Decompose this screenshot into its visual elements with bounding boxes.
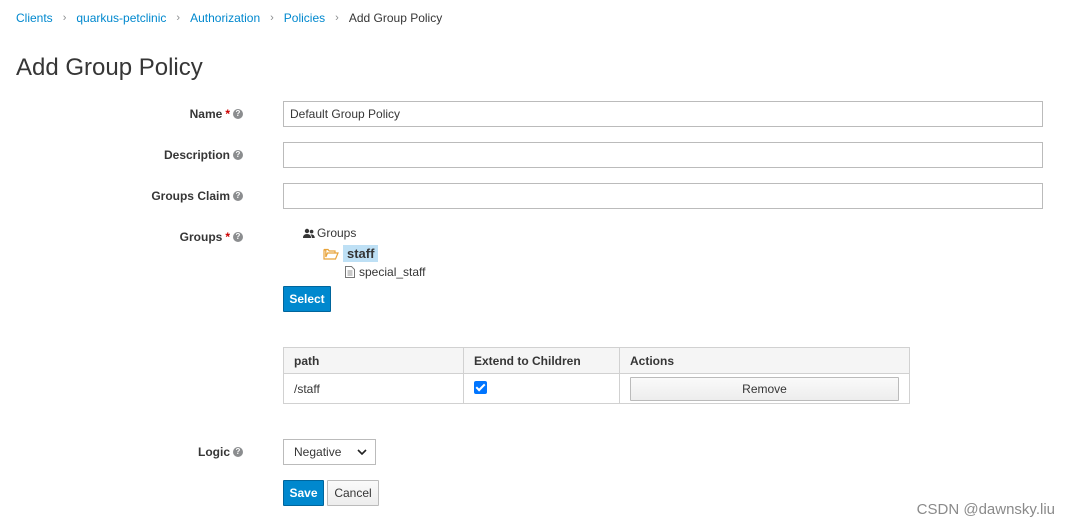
help-icon[interactable]: ?	[233, 191, 243, 201]
logic-select-value: Negative	[294, 445, 342, 459]
extend-children-checkbox[interactable]	[474, 380, 487, 394]
page-title: Add Group Policy	[16, 54, 203, 81]
select-button[interactable]: Select	[283, 286, 331, 312]
groups-claim-label: Groups Claim ?	[151, 189, 243, 203]
users-icon	[303, 228, 315, 238]
tree-node-special-staff-label: special_staff	[359, 265, 426, 279]
name-input[interactable]	[283, 101, 1043, 127]
logic-label-text: Logic	[198, 445, 230, 459]
required-marker: *	[225, 230, 230, 244]
required-marker: *	[225, 107, 230, 121]
groups-table: path Extend to Children Actions /staff R…	[283, 347, 910, 404]
breadcrumb: Clients › quarkus-petclinic › Authorizat…	[16, 10, 442, 26]
name-label-text: Name	[189, 107, 223, 121]
save-button[interactable]: Save	[283, 480, 324, 506]
logic-select[interactable]: Negative	[283, 439, 376, 465]
file-icon	[345, 266, 355, 278]
chevron-right-icon: ›	[270, 12, 274, 24]
watermark: CSDN @dawnsky.liu	[916, 501, 1055, 518]
chevron-down-icon	[357, 449, 367, 455]
breadcrumb-current: Add Group Policy	[348, 11, 443, 25]
tree-node-staff[interactable]: staff	[323, 245, 379, 262]
folder-open-icon	[323, 248, 339, 260]
breadcrumb-policies[interactable]: Policies	[284, 11, 325, 25]
tree-root[interactable]: Groups	[303, 226, 356, 240]
breadcrumb-client[interactable]: quarkus-petclinic	[76, 11, 166, 25]
help-icon[interactable]: ?	[233, 232, 243, 242]
extend-cell	[463, 373, 620, 404]
description-label-text: Description	[163, 148, 230, 162]
column-header-actions: Actions	[619, 347, 910, 374]
tree-node-staff-label: staff	[343, 245, 379, 262]
logic-label: Logic ?	[198, 445, 243, 459]
groups-claim-label-text: Groups Claim	[151, 189, 230, 203]
path-cell: /staff	[283, 373, 464, 404]
tree-node-special-staff[interactable]: special_staff	[345, 265, 426, 279]
chevron-right-icon: ›	[62, 12, 67, 24]
tree-root-label: Groups	[317, 226, 357, 240]
breadcrumb-clients[interactable]: Clients	[16, 11, 53, 25]
cancel-button[interactable]: Cancel	[327, 480, 379, 506]
description-label: Description ?	[164, 148, 243, 162]
remove-button[interactable]: Remove	[630, 376, 899, 401]
groups-label-text: Groups	[179, 230, 223, 244]
actions-cell: Remove	[619, 373, 910, 404]
table-row: /staff Remove	[283, 373, 910, 404]
chevron-right-icon: ›	[176, 12, 181, 24]
groups-label: Groups * ?	[180, 230, 243, 244]
description-input[interactable]	[283, 142, 1043, 168]
groups-claim-input[interactable]	[283, 183, 1043, 209]
column-header-extend: Extend to Children	[463, 347, 620, 374]
chevron-right-icon: ›	[335, 12, 339, 24]
help-icon[interactable]: ?	[233, 150, 243, 160]
name-label: Name * ?	[190, 107, 243, 121]
column-header-path: path	[283, 347, 464, 374]
table-header-row: path Extend to Children Actions	[283, 347, 910, 374]
help-icon[interactable]: ?	[233, 447, 243, 457]
breadcrumb-authorization[interactable]: Authorization	[190, 11, 260, 25]
help-icon[interactable]: ?	[233, 109, 243, 119]
